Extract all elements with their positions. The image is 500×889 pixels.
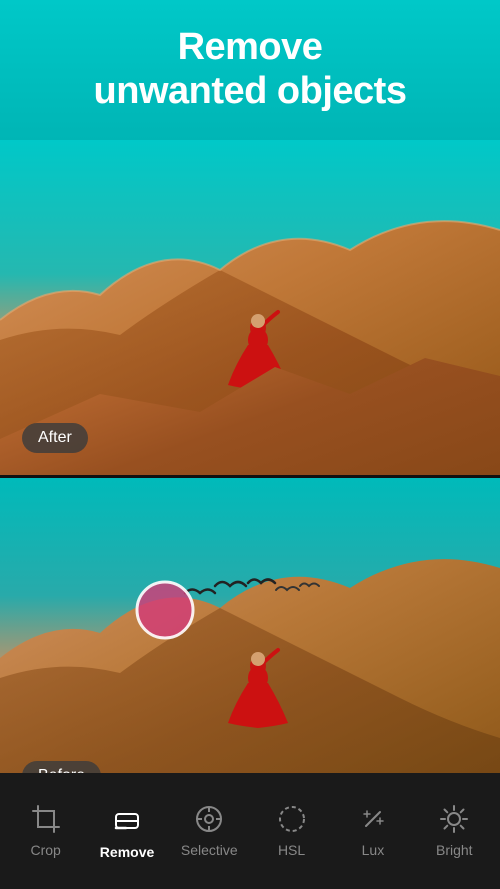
toolbar-item-selective[interactable]: Selective xyxy=(171,796,248,866)
after-panel: After xyxy=(0,140,500,475)
title-line1: Remove xyxy=(178,26,323,68)
crop-label: Crop xyxy=(30,842,60,858)
bright-icon xyxy=(439,804,469,834)
toolbar-item-remove[interactable]: Remove xyxy=(90,794,165,868)
remove-label: Remove xyxy=(100,844,154,860)
selective-icon xyxy=(194,804,224,834)
header: Remove unwanted objects xyxy=(0,0,500,140)
after-badge: After xyxy=(22,423,88,453)
toolbar-item-bright[interactable]: Bright xyxy=(417,796,492,866)
toolbar: Crop Remove Selective xyxy=(0,773,500,889)
toolbar-item-hsl[interactable]: HSL xyxy=(254,796,329,866)
crop-icon xyxy=(31,804,61,834)
title-line2: unwanted objects xyxy=(94,70,407,112)
hsl-icon xyxy=(277,804,307,834)
lux-label: Lux xyxy=(362,842,385,858)
before-panel: Before xyxy=(0,478,500,813)
selective-label: Selective xyxy=(181,842,238,858)
remove-icon xyxy=(110,802,144,836)
toolbar-item-lux[interactable]: Lux xyxy=(335,796,410,866)
hsl-label: HSL xyxy=(278,842,305,858)
header-title: Remove unwanted objects xyxy=(94,26,407,113)
bright-label: Bright xyxy=(436,842,473,858)
after-label: After xyxy=(38,429,72,446)
toolbar-item-crop[interactable]: Crop xyxy=(8,796,83,866)
lux-icon xyxy=(358,804,388,834)
